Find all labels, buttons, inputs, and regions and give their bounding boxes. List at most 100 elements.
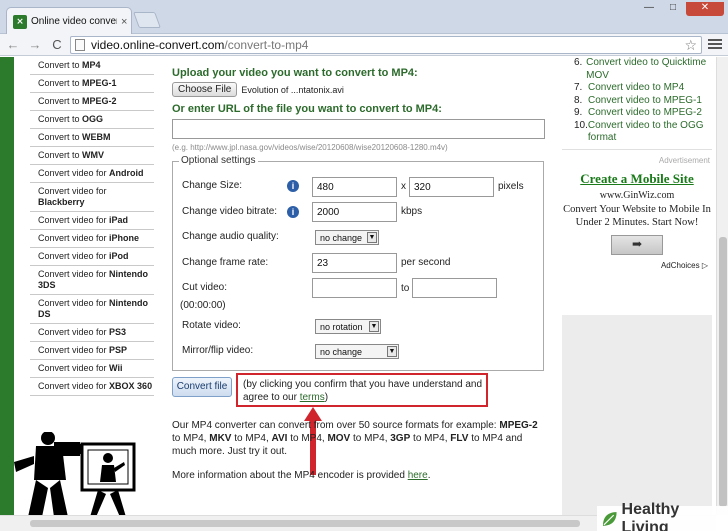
sidebar-item[interactable]: Convert to OGG xyxy=(30,111,154,129)
address-bar[interactable]: video.online-convert.com/convert-to-mp4 … xyxy=(70,36,702,54)
sidebar-item[interactable]: Convert to MP4 xyxy=(30,57,154,75)
mirror-value: no change xyxy=(320,347,363,357)
bitrate-unit: kbps xyxy=(401,206,423,217)
back-button[interactable]: ← xyxy=(4,37,22,52)
choose-file-button[interactable]: Choose File xyxy=(172,82,238,97)
ad-title[interactable]: Create a Mobile Site xyxy=(562,171,712,187)
tab-close-icon[interactable]: × xyxy=(121,16,127,28)
sidebar-item[interactable]: Convert video for PSP xyxy=(30,342,154,360)
sidebar-item-format: WEBM xyxy=(82,132,111,142)
para-format: MKV xyxy=(209,433,232,444)
related-converter-link[interactable]: Convert video to Quicktime MOV xyxy=(586,57,712,82)
terms-link[interactable]: terms xyxy=(300,392,325,403)
convert-file-button[interactable]: Convert file xyxy=(172,377,232,397)
horizontal-scroll-thumb[interactable] xyxy=(30,520,580,527)
width-input[interactable]: 480 xyxy=(312,177,397,197)
sidebar-item[interactable]: Convert video for Nintendo 3DS xyxy=(30,266,154,295)
encoder-info-paragraph: More information about the MP4 encoder i… xyxy=(172,469,544,482)
bitrate-input[interactable]: 2000 xyxy=(312,202,397,222)
vertical-scrollbar[interactable] xyxy=(716,57,728,515)
browser-menu-icon[interactable] xyxy=(708,37,722,51)
chevron-down-icon: ▼ xyxy=(369,321,379,332)
cut-start-input[interactable] xyxy=(312,278,397,298)
sidebar-item[interactable]: Convert video for Wii xyxy=(30,360,154,378)
minimize-button[interactable]: — xyxy=(638,2,660,16)
sidebar-item[interactable]: Convert video for Android xyxy=(30,165,154,183)
right-column: 6. Convert video to Quicktime MOV 7. Conver… xyxy=(562,57,712,515)
sidebar-item[interactable]: Convert video for iPod xyxy=(30,248,154,266)
para-format: MPEG-2 xyxy=(499,420,538,431)
sidebar-item-format: XBOX 360 xyxy=(109,381,153,391)
sidebar-item-format: MP4 xyxy=(82,60,101,70)
sidebar-item[interactable]: Convert video for iPhone xyxy=(30,230,154,248)
mirror-label: Mirror/flip video: xyxy=(182,345,254,356)
related-converter-link[interactable]: Convert video to MPEG-1 xyxy=(588,95,702,108)
new-tab-button[interactable] xyxy=(133,12,161,28)
size-info-icon[interactable]: i xyxy=(287,180,299,192)
sidebar-item-format: Android xyxy=(109,168,144,178)
related-converter-link[interactable]: Convert video to MPEG-2 xyxy=(588,107,702,120)
advertisement[interactable]: Create a Mobile Site www.GinWiz.com Conv… xyxy=(562,171,712,255)
browser-toolbar: ← → C video.online-convert.com/convert-t… xyxy=(0,34,728,56)
advertisement-label: Advertisement xyxy=(658,155,710,165)
reload-button[interactable]: C xyxy=(48,37,66,52)
divider xyxy=(562,148,712,150)
frame-rate-input[interactable]: 23 xyxy=(312,253,397,273)
sidebar-item[interactable]: Convert video for XBOX 360 xyxy=(30,378,154,396)
bitrate-info-icon[interactable]: i xyxy=(287,206,299,218)
para-format: AVI xyxy=(271,433,288,444)
cut-end-input[interactable] xyxy=(412,278,497,298)
forward-button[interactable]: → xyxy=(26,37,44,52)
healthy-living-watermark: Healthy Living xyxy=(597,501,728,531)
sidebar-item-format: iPad xyxy=(109,215,129,225)
sidebar-item[interactable]: Convert video for iPad xyxy=(30,212,154,230)
audio-quality-select[interactable]: no change ▼ xyxy=(315,230,379,245)
converter-form: Upload your video you want to convert to… xyxy=(172,67,552,371)
sidebar-item[interactable]: Convert video for Nintendo DS xyxy=(30,295,154,324)
height-input[interactable]: 320 xyxy=(409,177,494,197)
bookmark-star-icon[interactable]: ☆ xyxy=(684,37,697,54)
related-converter-item: 6. Convert video to Quicktime MOV xyxy=(574,57,712,82)
sidebar-item-prefix: Convert video for xyxy=(38,233,110,243)
list-number: 8. xyxy=(574,94,583,106)
sidebar-item-prefix: Convert to xyxy=(38,150,83,160)
list-number: 10. xyxy=(574,119,588,131)
videographer-silhouette-image xyxy=(14,432,136,515)
close-window-button[interactable]: ✕ xyxy=(686,2,724,16)
rotate-select[interactable]: no rotation ▼ xyxy=(315,319,381,334)
sidebar-item-prefix: Convert video for xyxy=(38,168,110,178)
sidebar-item[interactable]: Convert to MPEG-1 xyxy=(30,75,154,93)
sidebar-item[interactable]: Convert to WMV xyxy=(30,147,154,165)
related-converter-link[interactable]: Convert video to the OGG format xyxy=(588,120,712,145)
sidebar-item[interactable]: Convert video for PS3 xyxy=(30,324,154,342)
sidebar-item-prefix: Convert to xyxy=(38,60,83,70)
sidebar-item-prefix: Convert video for xyxy=(38,251,110,261)
ad-arrow-button[interactable]: ➡ xyxy=(611,234,663,255)
adchoices-link[interactable]: AdChoices ▷ xyxy=(562,261,708,270)
related-converter-item: 8. Convert video to MPEG-1 xyxy=(574,95,712,108)
sidebar-item-format: Wii xyxy=(109,363,123,373)
related-converter-link[interactable]: Convert video to MP4 xyxy=(588,82,684,95)
maximize-button[interactable]: □ xyxy=(662,2,684,16)
audio-quality-label: Change audio quality: xyxy=(182,231,279,242)
file-url-input[interactable] xyxy=(172,119,545,139)
browser-titlebar: ⨯ Online video converter to × — □ ✕ xyxy=(0,0,728,35)
sidebar-item[interactable]: Convert video for Blackberry xyxy=(30,183,154,212)
optional-settings-fieldset: Optional settings Change Size: i 480 x 3… xyxy=(172,155,544,371)
change-size-label: Change Size: xyxy=(182,180,243,191)
sidebar-item[interactable]: Convert to WEBM xyxy=(30,129,154,147)
sidebar-item-prefix: Convert video for xyxy=(38,345,110,355)
rotate-value: no rotation xyxy=(320,322,363,332)
para-text: to MP4, xyxy=(410,433,451,444)
cut-to-label: to xyxy=(401,283,410,294)
para-text: to MP4, xyxy=(172,433,210,444)
url-path: /convert-to-mp4 xyxy=(224,38,309,52)
sidebar-item[interactable]: Convert to MPEG-2 xyxy=(30,93,154,111)
vertical-scroll-thumb[interactable] xyxy=(719,237,727,507)
frame-rate-label: Change frame rate: xyxy=(182,257,269,268)
here-link[interactable]: here xyxy=(408,470,428,481)
format-sidebar: Convert to MP4 Convert to MPEG-1 Convert t… xyxy=(30,57,154,396)
mirror-select[interactable]: no change ▼ xyxy=(315,344,399,359)
browser-tab[interactable]: ⨯ Online video converter to × xyxy=(6,7,132,35)
sidebar-item-prefix: Convert video for xyxy=(38,186,107,196)
